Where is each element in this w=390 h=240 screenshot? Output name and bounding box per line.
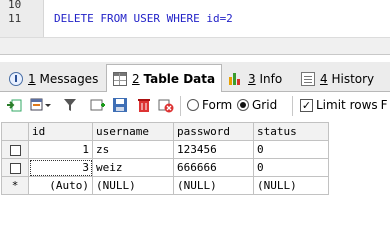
cell-password[interactable]: 666666 (173, 158, 254, 177)
row-selector-header (1, 122, 29, 141)
cell-password[interactable]: 123456 (173, 140, 254, 159)
cell-password[interactable]: (NULL) (173, 176, 254, 195)
cell-status[interactable]: (NULL) (253, 176, 329, 195)
tab-key: 2 (132, 72, 140, 86)
tab-key: 1 (28, 72, 36, 86)
tab-label: History (331, 72, 375, 86)
cell-id[interactable]: (Auto) (28, 176, 93, 195)
result-table: id username password status 1 zs 123456 … (1, 122, 329, 195)
view-mode-form-radio[interactable]: Form (187, 98, 232, 112)
tab-messages[interactable]: 1 Messages (2, 65, 105, 92)
row-checkbox[interactable] (9, 162, 21, 174)
limit-rows-label: Limit rows (316, 98, 378, 112)
new-row[interactable]: * (Auto) (NULL) (NULL) (NULL) (1, 176, 329, 195)
toolbar-divider (292, 96, 293, 116)
table-row[interactable]: 1 zs 123456 0 (1, 140, 329, 159)
cell-username[interactable]: zs (92, 140, 174, 159)
cell-username[interactable]: weiz (92, 158, 174, 177)
view-mode-grid-radio[interactable]: Grid (237, 98, 277, 112)
result-tabs: 1 Messages 2 Table Data 3 Info 4 History (0, 62, 390, 93)
result-grid: id username password status 1 zs 123456 … (0, 121, 390, 201)
column-header[interactable]: password (173, 122, 254, 141)
tab-label: Table Data (143, 72, 216, 86)
tab-table-data[interactable]: 2 Table Data (106, 64, 223, 93)
table-icon (113, 72, 127, 86)
delete-icon[interactable] (136, 97, 152, 113)
cancel-changes-icon[interactable] (158, 97, 174, 113)
history-icon (301, 72, 315, 86)
save-icon[interactable] (112, 97, 128, 113)
row-selector[interactable] (1, 158, 29, 177)
limit-rows-checkbox[interactable]: ✓ Limit rows F (300, 98, 388, 112)
tab-label: Info (259, 72, 283, 86)
checkbox[interactable]: ✓ (300, 98, 313, 112)
column-header[interactable]: status (253, 122, 329, 141)
result-toolbar: Form Grid ✓ Limit rows F (0, 92, 390, 120)
row-checkbox[interactable] (9, 144, 21, 156)
tab-key: 4 (320, 72, 328, 86)
column-header[interactable]: username (92, 122, 174, 141)
radio-button[interactable] (237, 99, 249, 111)
new-row-marker: * (1, 176, 29, 195)
column-header[interactable]: id (28, 122, 93, 141)
view-mode-form-label: Form (202, 98, 233, 112)
toolbar-divider (180, 96, 181, 116)
tab-history[interactable]: 4 History (294, 65, 381, 92)
filter-icon[interactable] (62, 97, 78, 113)
tab-key: 3 (248, 72, 256, 86)
tab-label: Messages (39, 72, 99, 86)
info-icon (229, 72, 243, 86)
table-row[interactable]: 3 weiz 666666 0 (1, 158, 329, 177)
cell-status[interactable]: 0 (253, 140, 329, 159)
view-mode-grid-label: Grid (252, 98, 278, 112)
cell-id[interactable]: 1 (28, 140, 93, 159)
limit-rows-suffix: F (380, 98, 388, 112)
chevron-down-icon[interactable] (44, 97, 52, 113)
header-row: id username password status (1, 122, 329, 141)
cell-username[interactable]: (NULL) (92, 176, 174, 195)
sql-editor[interactable]: 10 11 DELETE FROM USER WHERE id=2 (0, 0, 390, 37)
cell-status[interactable]: 0 (253, 158, 329, 177)
radio-button[interactable] (187, 99, 199, 111)
line-code[interactable]: DELETE FROM USER WHERE id=2 (54, 11, 233, 26)
export-icon[interactable] (6, 97, 22, 113)
messages-icon (9, 72, 23, 86)
editor-line: 11 DELETE FROM USER WHERE id=2 (0, 11, 390, 26)
line-number: 11 (8, 12, 22, 25)
row-selector[interactable] (1, 140, 29, 159)
tab-info[interactable]: 3 Info (222, 65, 289, 92)
editor-horizontal-scrollbar[interactable] (0, 37, 390, 55)
cell-id[interactable]: 3 (28, 158, 93, 177)
insert-row-icon[interactable] (90, 97, 106, 113)
